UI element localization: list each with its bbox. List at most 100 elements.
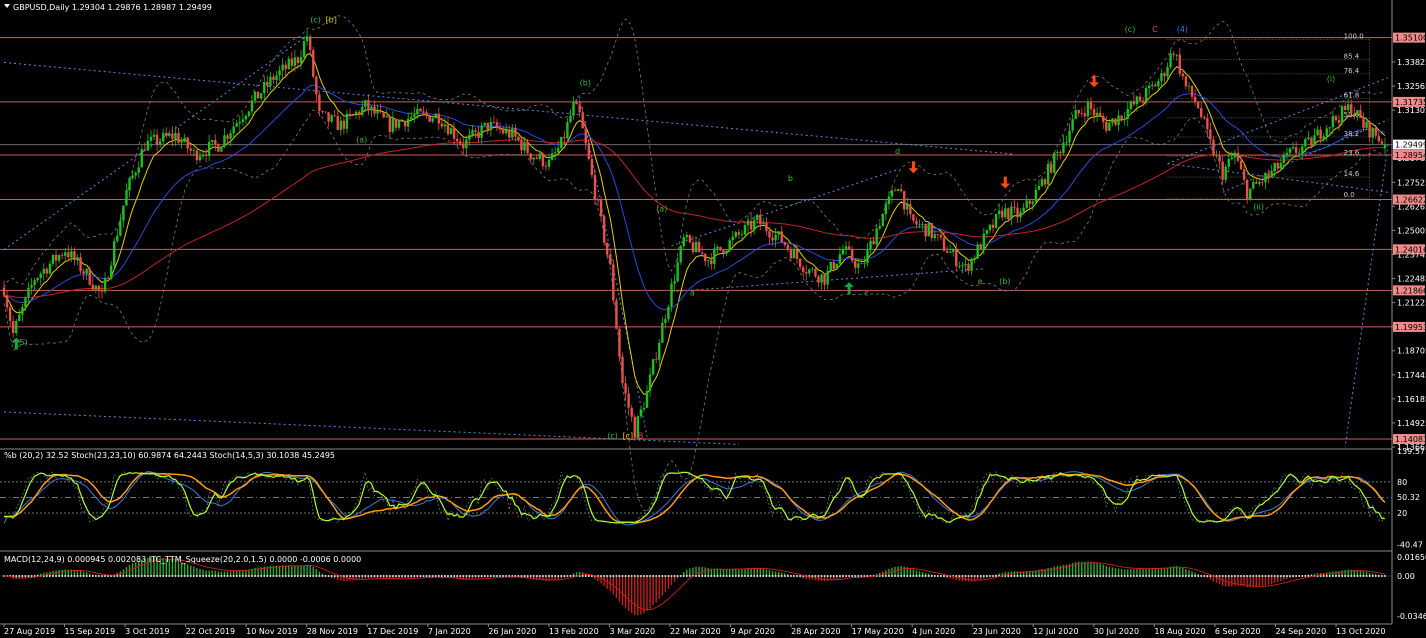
- candle-body: [119, 220, 122, 236]
- squeeze-dot: [1151, 575, 1154, 577]
- candle-body: [480, 125, 483, 138]
- squeeze-dot: [762, 575, 765, 577]
- candle-body: [1239, 160, 1243, 170]
- candle-body: [406, 118, 410, 127]
- candle-body: [39, 273, 42, 278]
- squeeze-dot: [885, 575, 887, 577]
- candle-body: [1117, 115, 1120, 125]
- squeeze-dot: [505, 575, 507, 577]
- candle-body: [1359, 110, 1362, 119]
- squeeze-dot: [676, 575, 679, 577]
- candle-body: [866, 249, 869, 264]
- squeeze-dot: [1234, 575, 1236, 577]
- squeeze-dot: [918, 575, 921, 577]
- candle-body: [452, 128, 456, 139]
- squeeze-dot: [321, 575, 324, 577]
- candle-body: [241, 119, 245, 122]
- candle-body: [410, 116, 413, 119]
- squeeze-dot: [1304, 575, 1307, 577]
- squeeze-dot: [989, 575, 991, 577]
- candle-body: [1071, 119, 1074, 131]
- candle-body: [1261, 181, 1264, 183]
- candle-body: [578, 104, 581, 113]
- candle-body: [725, 250, 728, 254]
- squeeze-dot: [1362, 575, 1365, 577]
- candle-body: [550, 153, 554, 160]
- candle-body: [51, 254, 55, 264]
- candle-body: [1356, 110, 1359, 115]
- candle-body: [511, 128, 514, 138]
- candle-body: [327, 112, 330, 122]
- squeeze-dot: [260, 575, 263, 577]
- squeeze-dot: [735, 575, 737, 577]
- squeeze-dot: [376, 575, 379, 577]
- squeeze-dot: [168, 575, 171, 577]
- candle-body: [1105, 121, 1108, 131]
- candle-body: [1307, 137, 1310, 140]
- candle-body: [694, 242, 698, 253]
- candle-body: [817, 276, 820, 283]
- squeeze-dot: [900, 575, 902, 577]
- squeeze-dot: [1237, 575, 1239, 577]
- candle-body: [226, 135, 229, 139]
- candle-body: [128, 178, 131, 191]
- squeeze-dot: [306, 575, 308, 577]
- squeeze-dot: [771, 575, 774, 577]
- candle-body: [857, 263, 860, 268]
- candle-body: [535, 157, 538, 159]
- candle-body: [854, 260, 857, 268]
- candle-body: [1187, 85, 1191, 87]
- candle-body: [850, 249, 854, 261]
- candle-body: [1098, 112, 1102, 117]
- squeeze-dot: [670, 575, 673, 577]
- candle-body: [924, 223, 927, 237]
- price-tick-label: 1.27525: [1397, 178, 1426, 187]
- fib-level-label: 76.4: [1344, 67, 1360, 75]
- squeeze-dot: [655, 575, 657, 577]
- candle-body: [893, 190, 897, 192]
- candle-body: [728, 240, 731, 251]
- candle-body: [1337, 119, 1341, 123]
- squeeze-dot: [1077, 575, 1080, 577]
- squeeze-dot: [61, 575, 63, 577]
- candle-body: [811, 268, 814, 270]
- candle-body: [397, 120, 401, 128]
- squeeze-dot: [1163, 575, 1166, 577]
- candle-body: [504, 129, 508, 134]
- squeeze-dot: [15, 575, 18, 577]
- squeeze-dot: [1325, 575, 1328, 577]
- candle-body: [489, 121, 493, 131]
- squeeze-dot: [912, 575, 915, 577]
- squeeze-dot: [496, 575, 498, 577]
- squeeze-dot: [251, 575, 253, 577]
- candle-body: [342, 120, 346, 129]
- squeeze-dot: [330, 575, 333, 577]
- candle-body: [183, 137, 186, 142]
- candle-body: [376, 110, 379, 114]
- candle-body: [100, 291, 104, 292]
- squeeze-dot: [842, 575, 844, 577]
- candle-body: [1304, 139, 1307, 147]
- squeeze-dot: [1203, 575, 1206, 577]
- candle-body: [890, 190, 894, 197]
- candle-body: [33, 280, 36, 285]
- candle-body: [749, 220, 753, 230]
- candle-body: [762, 222, 765, 225]
- squeeze-dot: [134, 575, 137, 577]
- candle-body: [679, 246, 682, 263]
- squeeze-dot: [698, 575, 700, 577]
- squeeze-dot: [1013, 575, 1016, 577]
- candle-body: [881, 214, 884, 227]
- candle-body: [508, 129, 511, 138]
- squeeze-dot: [633, 575, 636, 577]
- squeeze-dot: [395, 575, 397, 577]
- candle-body: [324, 111, 327, 113]
- squeeze-dot: [695, 575, 697, 577]
- squeeze-dot: [848, 575, 850, 577]
- candle-body: [1313, 135, 1316, 146]
- squeeze-dot: [1065, 575, 1068, 577]
- squeeze-dot: [1280, 575, 1282, 577]
- candle-body: [1175, 54, 1178, 56]
- candle-body: [976, 244, 979, 259]
- time-tick-label: 7 Jan 2020: [428, 627, 471, 636]
